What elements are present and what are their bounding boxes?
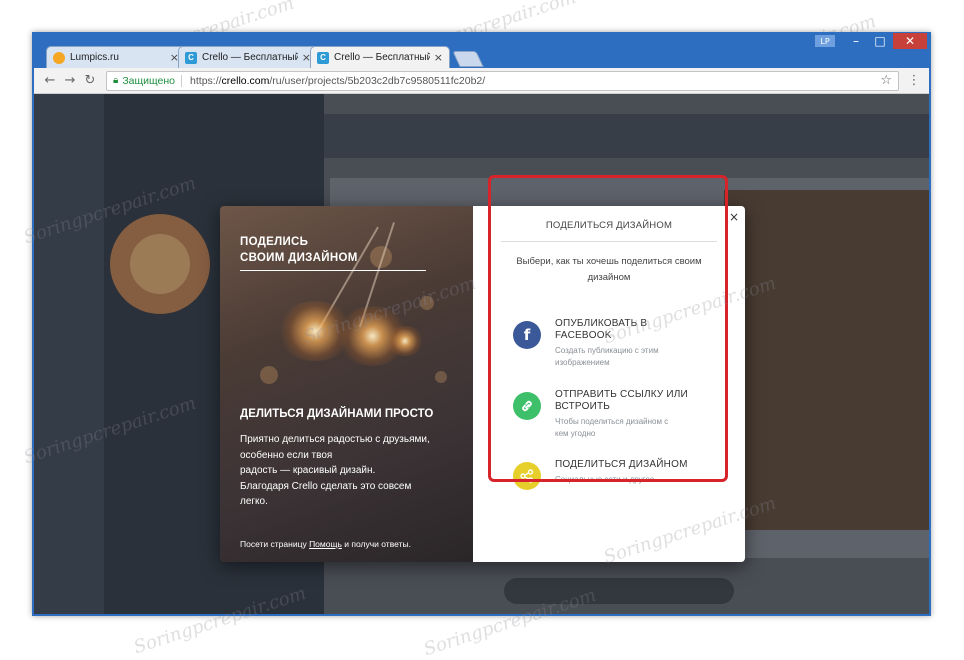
forward-arrow-icon[interactable]: → [60, 73, 80, 88]
back-arrow-icon[interactable]: ← [40, 73, 60, 88]
promo-body-line: особенно если твоя [240, 449, 333, 461]
url-path: /ru/user/projects/5b203c2db7c9580511fc20… [269, 74, 486, 87]
lumpics-favicon-icon [53, 51, 65, 64]
bokeh-light [260, 366, 278, 384]
promo-footer: Посети страницу Помощь и получи ответы. [240, 539, 411, 549]
help-link[interactable]: Помощь [309, 539, 342, 549]
lock-icon: 🔒︎ [113, 75, 119, 86]
window-close-button[interactable]: ✕ [893, 33, 927, 49]
new-tab-button[interactable] [452, 51, 484, 67]
address-bar[interactable]: 🔒︎ Защищено https://crello.com/ru/user/p… [106, 70, 899, 91]
maximize-button[interactable]: □ [869, 33, 891, 49]
crello-favicon-icon: C [317, 51, 329, 64]
browser-toolbar: ← → ↻ 🔒︎ Защищено https://crello.com/ru/… [34, 68, 929, 94]
sparkler-glow [385, 326, 425, 356]
promo-title: ДЕЛИТЬСЯ ДИЗАЙНАМИ ПРОСТО [240, 408, 434, 420]
browser-window: LP – □ ✕ Lumpics.ru × C Crello — Бесплат… [32, 32, 931, 616]
promo-heading-line: ПОДЕЛИСЬ [240, 236, 309, 248]
modal-promo-panel: ПОДЕЛИСЬ СВОИМ ДИЗАЙНОМ ДЕЛИТЬСЯ ДИЗАЙНА… [220, 206, 473, 562]
promo-body-line: радость — красивый дизайн. [240, 465, 376, 476]
tab-strip: Lumpics.ru × C Crello — Бесплатный ин × … [46, 46, 484, 68]
promo-footer-text: Посети страницу [240, 539, 310, 549]
promo-heading-line: СВОИМ ДИЗАЙНОМ [240, 252, 358, 264]
tab-crello-2[interactable]: C Crello — Бесплатный ин × [310, 46, 450, 68]
minimize-button[interactable]: – [845, 33, 867, 49]
browser-menu-icon[interactable]: ⋮ [905, 73, 923, 88]
secure-label: Защищено [122, 74, 183, 87]
bookmark-star-icon[interactable]: ☆ [880, 73, 892, 88]
bokeh-light [435, 371, 447, 383]
profile-badge[interactable]: LP [815, 35, 835, 47]
reload-icon[interactable]: ↻ [80, 73, 100, 88]
promo-body-line: Приятно делиться радостью с друзьями, [240, 434, 430, 445]
promo-body-line: Благодаря Crello сделать это совсем [240, 480, 412, 492]
url-host: crello.com [221, 74, 270, 87]
modal-close-icon[interactable]: × [729, 210, 739, 224]
highlight-annotation-box [488, 175, 728, 482]
page-viewport: ПОДЕЛИСЬ СВОИМ ДИЗАЙНОМ ДЕЛИТЬСЯ ДИЗАЙНА… [34, 94, 929, 614]
crello-favicon-icon: C [185, 51, 197, 64]
tab-label: Crello — Бесплатный ин [202, 52, 298, 63]
url-scheme: https:// [190, 74, 222, 87]
promo-footer-text: и получи ответы. [341, 539, 411, 549]
tab-lumpics[interactable]: Lumpics.ru × [46, 46, 186, 68]
bokeh-light [420, 296, 434, 310]
tab-label: Lumpics.ru [70, 52, 119, 63]
tab-label: Crello — Бесплатный ин [334, 52, 430, 63]
promo-body-line: легко. [240, 496, 268, 507]
tab-crello-1[interactable]: C Crello — Бесплатный ин × [178, 46, 318, 68]
tab-close-icon[interactable]: × [434, 51, 443, 64]
promo-heading: ПОДЕЛИСЬ СВОИМ ДИЗАЙНОМ [240, 234, 426, 271]
window-controls: LP – □ ✕ [815, 32, 927, 50]
promo-body: Приятно делиться радостью с друзьями, ос… [240, 432, 462, 510]
